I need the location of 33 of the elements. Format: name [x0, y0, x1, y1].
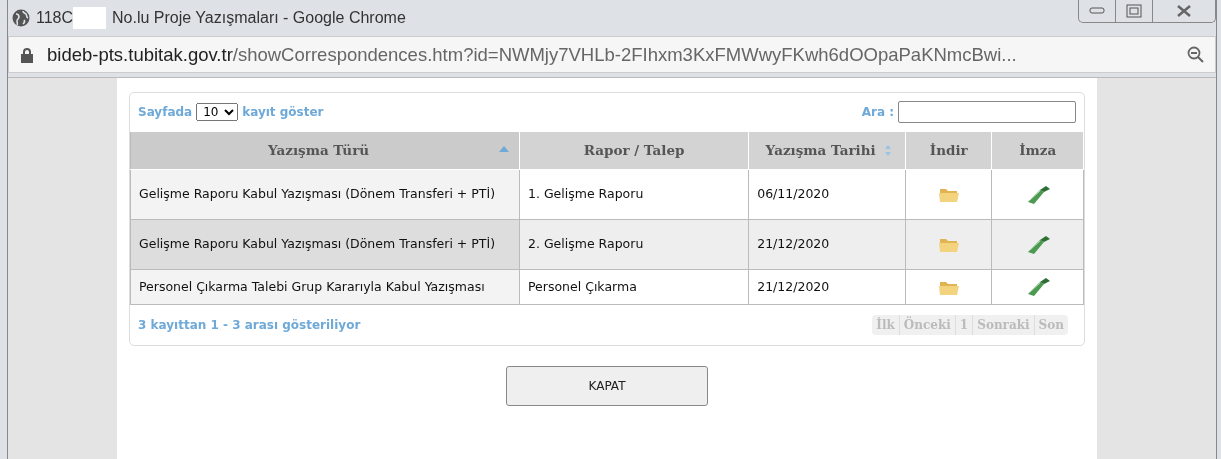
length-label: kayıt göster — [242, 104, 324, 121]
search-label: Ara : — [861, 104, 894, 121]
table-cell: Gelişme Raporu Kabul Yazışması (Dönem Transferi + PTİ) — [130, 169, 520, 220]
table-cell: Personel Çıkarma Talebi Grup Kararıyla Kabul Yazışması — [130, 269, 520, 305]
length-label: Sayfada — [138, 104, 193, 121]
window-title: No.lu Proje Yazışmaları - Google Chrome — [112, 8, 406, 28]
column-header[interactable]: İndir — [905, 131, 992, 170]
page-size-select[interactable]: 10 — [196, 103, 239, 121]
table-cell: 21/12/2020 — [748, 269, 906, 305]
table-cell: Gelişme Raporu Kabul Yazışması (Dönem Transferi + PTİ) — [130, 219, 520, 270]
column-header[interactable]: Yazışma Türü — [130, 131, 520, 170]
table-cell: 06/11/2020 — [748, 169, 906, 220]
column-header[interactable]: Rapor / Talep — [519, 131, 749, 170]
restore-icon — [1126, 4, 1142, 18]
info-text: 3 kayıttan 1 - 3 arası gösteriliyor — [138, 317, 361, 334]
column-header[interactable]: İmza — [992, 131, 1084, 170]
table-cell: 1. Gelişme Raporu — [519, 169, 749, 220]
table-cell: 2. Gelişme Raporu — [519, 219, 749, 270]
close-button[interactable]: KAPAT — [506, 366, 708, 406]
table-cell: Personel Çıkarma — [519, 269, 749, 305]
search-field[interactable] — [898, 101, 1076, 123]
url-text: bideb-pts.tubitak.gov.tr/showCorrespondences.htm?id=NWMjy7VHLb-2FIhxm3KxFMWwyFKwh6dOOpaPaKNmcBwi... — [47, 42, 1017, 67]
folder-icon[interactable] — [938, 187, 959, 202]
zoom-out-icon[interactable] — [1187, 45, 1205, 64]
folder-icon[interactable] — [938, 279, 959, 295]
globe-icon — [12, 9, 30, 27]
column-header[interactable]: Yazışma Tarihi — [748, 131, 906, 170]
lock-icon — [21, 46, 33, 63]
close-icon — [1176, 4, 1192, 18]
redaction-mark — [73, 7, 107, 29]
minimize-icon — [1089, 7, 1105, 15]
title-text: 118C — [36, 8, 74, 28]
table-cell: 21/12/2020 — [748, 219, 906, 270]
